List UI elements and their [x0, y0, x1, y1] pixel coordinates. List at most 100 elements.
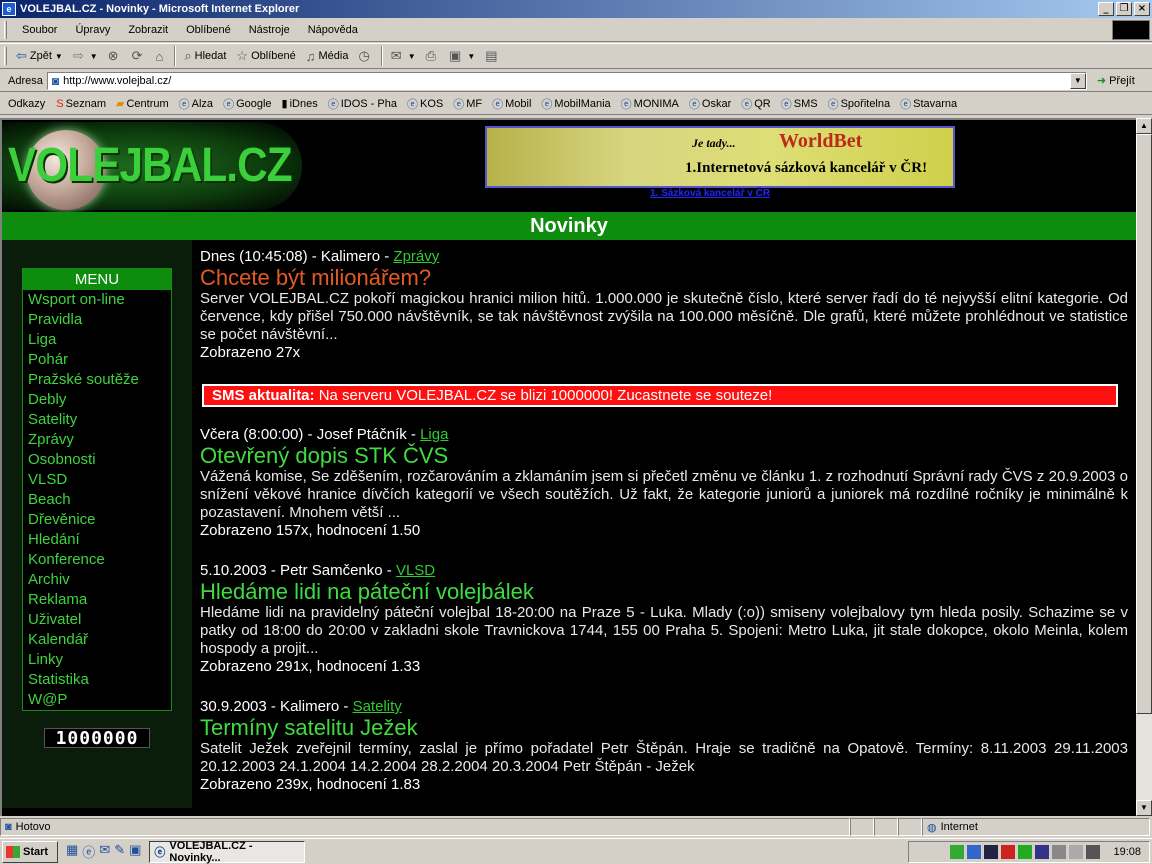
menu-item-archiv[interactable]: Archiv [23, 570, 171, 590]
tray-icon[interactable] [950, 845, 965, 859]
menu-item-prazske-souteze[interactable]: Pražské soutěže [23, 370, 171, 390]
back-dropdown-icon[interactable]: ▼ [55, 52, 63, 61]
network-icon[interactable] [1069, 845, 1084, 859]
menu-upravy[interactable]: Úpravy [66, 24, 119, 36]
article-headline[interactable]: Chcete být milionářem? [200, 266, 1128, 290]
menu-item-zpravy[interactable]: Zprávy [23, 430, 171, 450]
menu-nastroje[interactable]: Nástroje [240, 24, 299, 36]
go-button[interactable]: ➜ Přejít [1096, 74, 1135, 88]
stop-button[interactable]: ⊗ [103, 45, 127, 67]
minimize-button[interactable]: _ [1098, 2, 1114, 16]
menu-item-uzivatel[interactable]: Uživatel [23, 610, 171, 630]
forward-dropdown-icon[interactable]: ▼ [90, 52, 98, 61]
menu-item-wsport[interactable]: Wsport on-line [23, 290, 171, 310]
link-idnes[interactable]: ▮ iDnes [277, 97, 323, 111]
print-button[interactable]: ⎙ [421, 45, 444, 67]
link-idos[interactable]: ⓔ IDOS - Pha [323, 96, 402, 112]
task-ie-window[interactable]: ⓔ VOLEJBAL.CZ - Novinky... [149, 840, 306, 864]
address-url[interactable]: http://www.volejbal.cz/ [63, 75, 171, 87]
worldbet-banner[interactable]: Je tady... WorldBet 1.Internetová sázkov… [485, 126, 955, 188]
scroll-down-icon[interactable]: ▼ [1136, 800, 1152, 816]
discuss-button[interactable]: ▤ [480, 45, 505, 67]
tray-icon[interactable] [1052, 845, 1067, 859]
tray-icon[interactable] [1018, 845, 1033, 859]
menu-oblibene[interactable]: Oblíbené [177, 24, 240, 36]
language-icon[interactable] [1035, 845, 1050, 859]
menu-item-drevenice[interactable]: Dřevěnice [23, 510, 171, 530]
tray-icon[interactable] [1001, 845, 1016, 859]
app-icon[interactable]: ✎ [114, 842, 125, 861]
menu-zobrazit[interactable]: Zobrazit [119, 24, 177, 36]
back-button[interactable]: ⇦ Zpět ▼ [11, 45, 68, 67]
ie-launch-icon[interactable]: ⓔ [82, 842, 95, 861]
article-category-link[interactable]: Zprávy [393, 248, 439, 265]
media-button[interactable]: ♫ Média [301, 45, 354, 67]
mail-dropdown-icon[interactable]: ▼ [408, 52, 416, 61]
favorites-button[interactable]: ☆ Oblíbené [231, 45, 300, 67]
close-button[interactable]: × [1134, 2, 1150, 16]
link-qr[interactable]: ⓔ QR [736, 96, 776, 112]
menu-item-linky[interactable]: Linky [23, 650, 171, 670]
refresh-button[interactable]: ⟳ [127, 45, 151, 67]
outlook-icon[interactable]: ✉ [99, 842, 110, 861]
site-logo[interactable]: VOLEJBAL.CZ [2, 122, 302, 210]
menu-item-beach[interactable]: Beach [23, 490, 171, 510]
scroll-up-icon[interactable]: ▲ [1136, 118, 1152, 134]
link-google[interactable]: ⓔ Google [218, 96, 276, 112]
scroll-thumb[interactable] [1136, 134, 1152, 714]
vertical-scrollbar[interactable]: ▲ ▼ [1136, 118, 1152, 816]
link-mf[interactable]: ⓔ MF [448, 96, 487, 112]
mail-button[interactable]: ✉ ▼ [386, 45, 421, 67]
menu-item-statistika[interactable]: Statistika [23, 670, 171, 690]
link-mobilmania[interactable]: ⓔ MobilMania [536, 96, 615, 112]
link-stavarna[interactable]: ⓔ Stavarna [895, 96, 962, 112]
link-sms[interactable]: ⓔ SMS [776, 96, 823, 112]
tray-icon[interactable] [1086, 845, 1101, 859]
link-oskar[interactable]: ⓔ Oskar [684, 96, 736, 112]
link-kos[interactable]: ⓔ KOS [402, 96, 448, 112]
menu-item-debly[interactable]: Debly [23, 390, 171, 410]
menu-item-vlsd[interactable]: VLSD [23, 470, 171, 490]
menu-item-liga[interactable]: Liga [23, 330, 171, 350]
article-headline[interactable]: Hledáme lidi na páteční volejbálek [200, 580, 1128, 604]
link-alza[interactable]: ⓔ Alza [174, 96, 218, 112]
menu-item-pohar[interactable]: Pohár [23, 350, 171, 370]
history-button[interactable]: ◷ [353, 45, 377, 67]
menu-item-wap[interactable]: W@P [23, 690, 171, 710]
edit-dropdown-icon[interactable]: ▼ [467, 52, 475, 61]
link-centrum[interactable]: ▰ Centrum [111, 97, 174, 111]
go-arrow-icon: ➜ [1096, 75, 1107, 87]
menu-item-pravidla[interactable]: Pravidla [23, 310, 171, 330]
menu-item-kalendar[interactable]: Kalendář [23, 630, 171, 650]
edit-button[interactable]: ▣ ▼ [444, 45, 480, 67]
menu-soubor[interactable]: Soubor [13, 24, 66, 36]
menu-item-konference[interactable]: Konference [23, 550, 171, 570]
menu-item-satelity[interactable]: Satelity [23, 410, 171, 430]
volume-icon[interactable] [967, 845, 982, 859]
tray-icon[interactable] [984, 845, 999, 859]
banner-link[interactable]: 1. Sázková kancelář v ČR [650, 188, 770, 199]
link-seznam[interactable]: S Seznam [51, 98, 111, 110]
maximize-button[interactable]: ❐ [1116, 2, 1132, 16]
menu-item-hledani[interactable]: Hledání [23, 530, 171, 550]
article-category-link[interactable]: VLSD [396, 562, 435, 579]
save-icon[interactable]: ▣ [129, 842, 141, 861]
article-headline[interactable]: Otevřený dopis STK ČVS [200, 444, 1128, 468]
article-category-link[interactable]: Liga [420, 426, 448, 443]
address-input[interactable]: ◙ http://www.volejbal.cz/ ▼ [46, 71, 1087, 90]
print-icon: ⎙ [425, 48, 437, 63]
menu-item-osobnosti[interactable]: Osobnosti [23, 450, 171, 470]
show-desktop-icon[interactable]: ▦ [66, 842, 78, 861]
start-button[interactable]: Start [2, 840, 58, 863]
menu-napoveda[interactable]: Nápověda [299, 24, 367, 36]
article-headline[interactable]: Termíny satelitu Ježek [200, 716, 1128, 740]
article-category-link[interactable]: Satelity [353, 698, 402, 715]
link-sporitelna[interactable]: ⓔ Spořitelna [823, 96, 896, 112]
menu-item-reklama[interactable]: Reklama [23, 590, 171, 610]
search-button[interactable]: ⌕ Hledat [179, 45, 231, 67]
forward-button[interactable]: ⇨ ▼ [68, 45, 103, 67]
home-button[interactable]: ⌂ [150, 45, 171, 67]
address-dropdown-icon[interactable]: ▼ [1069, 72, 1086, 89]
link-mobil[interactable]: ⓔ Mobil [487, 96, 536, 112]
link-monima[interactable]: ⓔ MONIMA [616, 96, 684, 112]
